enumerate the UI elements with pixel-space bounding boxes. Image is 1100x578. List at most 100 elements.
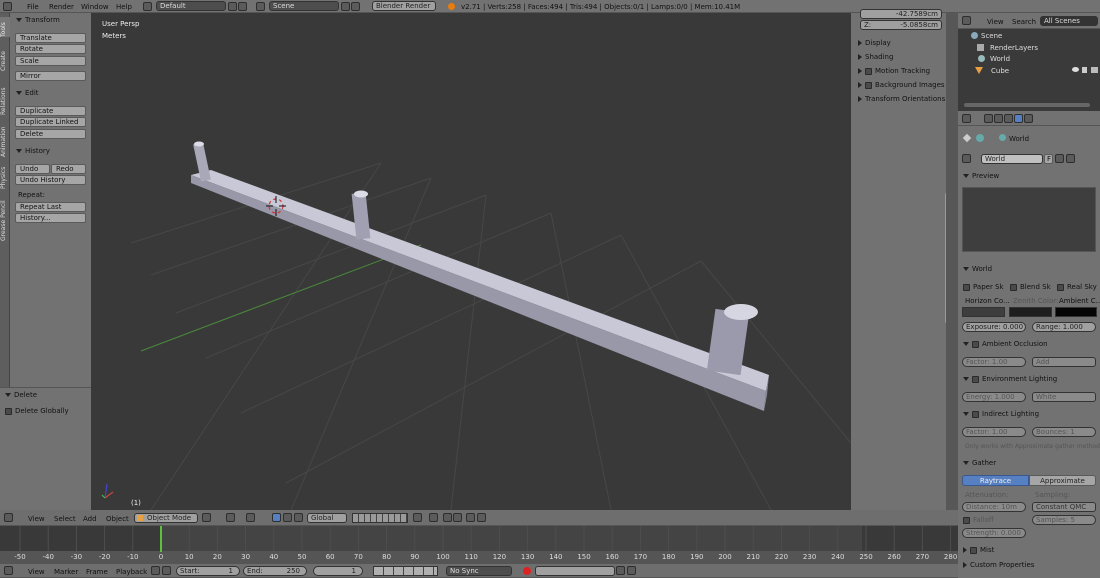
ambient-color-swatch[interactable] (1055, 307, 1097, 317)
indirect-panel-header[interactable]: Indirect Lighting (963, 410, 1039, 418)
proportional-edit-icon[interactable] (429, 513, 438, 522)
fake-user-button[interactable]: F (1044, 154, 1053, 164)
undo-button[interactable]: Undo (15, 164, 50, 174)
tab-physics[interactable]: Physics (0, 159, 10, 189)
pin-icon[interactable] (962, 133, 972, 143)
menu-render[interactable]: Render (49, 3, 74, 11)
current-frame-field[interactable]: 1 (313, 566, 363, 576)
outliner-item-world[interactable]: World (974, 55, 1010, 63)
layout-field[interactable]: Default (156, 1, 226, 11)
blend-sky-checkbox[interactable]: Blend Sk (1010, 283, 1051, 291)
env-color-select[interactable]: White (1032, 392, 1096, 402)
end-frame-field[interactable]: End: 250 (243, 566, 307, 576)
world-panel-header[interactable]: World (963, 265, 992, 273)
menu-window[interactable]: Window (81, 3, 109, 11)
delete-globally-checkbox[interactable]: Delete Globally (5, 407, 69, 415)
preview-panel-header[interactable]: Preview (963, 172, 999, 180)
history-panel-header[interactable]: History (16, 147, 50, 155)
zenith-color-swatch[interactable] (1009, 307, 1052, 317)
start-frame-field[interactable]: Start: 1 (176, 566, 240, 576)
sampling-method-select[interactable]: Constant QMC (1032, 502, 1096, 512)
outliner-item-renderlayers[interactable]: RenderLayers (974, 44, 1038, 52)
transform-orientation-select[interactable]: Global (307, 513, 347, 523)
range-field[interactable]: Range: 1.000 (1032, 322, 1096, 332)
paper-sky-checkbox[interactable]: Paper Sk (963, 283, 1004, 291)
exposure-field[interactable]: Exposure: 0.000 (962, 322, 1026, 332)
3d-viewport[interactable]: User Persp Meters (1) (91, 13, 851, 510)
rotate-button[interactable]: Rotate (15, 44, 86, 54)
selectable-arrow-icon[interactable] (1082, 67, 1087, 73)
background-images-section[interactable]: Background Images (858, 81, 945, 89)
timeline-menu-marker[interactable]: Marker (54, 568, 78, 576)
properties-editor-icon[interactable] (962, 114, 971, 123)
distance-field[interactable]: Distance: 10m (962, 502, 1026, 512)
keying-set-field[interactable] (535, 566, 615, 576)
manipulator-toggle-icon[interactable] (246, 513, 255, 522)
indirect-bounces-field[interactable]: Bounces: 1 (1032, 427, 1096, 437)
ao-factor-field[interactable]: Factor: 1.00 (962, 357, 1026, 367)
viewport-shading-icon[interactable] (202, 513, 211, 522)
current-frame-indicator[interactable] (160, 526, 162, 552)
horizon-color-swatch[interactable] (962, 307, 1005, 317)
keyframe-insert-icon[interactable] (616, 566, 625, 575)
object-context-icon[interactable] (1024, 114, 1033, 123)
history-button[interactable]: History... (15, 213, 86, 223)
motion-tracking-section[interactable]: Motion Tracking (858, 67, 930, 75)
timeline-menu-view[interactable]: View (28, 568, 45, 576)
unlink-world-icon[interactable] (1066, 154, 1075, 163)
record-icon[interactable] (523, 567, 531, 575)
outliner-scrollbar[interactable] (964, 103, 1090, 107)
location-y-field[interactable]: -42.7589cm (860, 9, 942, 19)
scene-context-icon[interactable] (1004, 114, 1013, 123)
pivot-point-icon[interactable] (226, 513, 235, 522)
indirect-factor-field[interactable]: Factor: 1.00 (962, 427, 1026, 437)
real-sky-checkbox[interactable]: Real Sky (1057, 283, 1097, 291)
undo-history-button[interactable]: Undo History (15, 175, 86, 185)
tab-tools[interactable]: Tools (0, 17, 10, 37)
lock-layers-icon[interactable] (413, 513, 422, 522)
scene-icon[interactable] (256, 2, 265, 11)
remove-scene-icon[interactable] (351, 2, 360, 11)
render-context-icon[interactable] (984, 114, 993, 123)
outliner-editor-icon[interactable] (962, 16, 971, 25)
timeline-menu-frame[interactable]: Frame (86, 568, 108, 576)
scene-field[interactable]: Scene (269, 1, 339, 11)
menu-object[interactable]: Object (106, 515, 129, 523)
timeline[interactable]: -50 -40 -30 -20 -10 0 10 20 30 40 50 60 70 80 90 100 110… (0, 526, 958, 564)
scale-manipulator-icon[interactable] (294, 513, 303, 522)
add-scene-icon[interactable] (341, 2, 350, 11)
viewport-editor-icon[interactable] (4, 513, 13, 522)
menu-help[interactable]: Help (116, 3, 132, 11)
raytrace-button[interactable]: Raytrace (962, 475, 1029, 486)
tab-create[interactable]: Create (0, 41, 10, 71)
timeline-menu-playback[interactable]: Playback (116, 568, 147, 576)
gather-panel-header[interactable]: Gather (963, 459, 996, 467)
ao-blend-select[interactable]: Add (1032, 357, 1096, 367)
samples-field[interactable]: Samples: 5 (1032, 515, 1096, 525)
renderable-camera-icon[interactable] (1091, 67, 1098, 73)
add-world-icon[interactable] (1055, 154, 1064, 163)
snap-toggle-icon[interactable] (443, 513, 452, 522)
render-layers-context-icon[interactable] (994, 114, 1003, 123)
strength-field[interactable]: Strength: 0.000 (962, 528, 1026, 538)
rotate-manipulator-icon[interactable] (283, 513, 292, 522)
layer-buttons[interactable] (352, 513, 408, 523)
repeat-last-button[interactable]: Repeat Last (15, 202, 86, 212)
outliner-item-scene[interactable]: Scene (961, 32, 1099, 40)
tab-relations[interactable]: Relations (0, 75, 10, 115)
duplicate-button[interactable]: Duplicate (15, 106, 86, 116)
snap-element-icon[interactable] (453, 513, 462, 522)
translate-manipulator-icon[interactable] (272, 513, 281, 522)
transform-orientations-section[interactable]: Transform Orientations (858, 95, 945, 103)
transform-panel-header[interactable]: Transform (16, 16, 60, 24)
playback-controls[interactable] (373, 566, 438, 576)
tab-animation[interactable]: Animation (0, 119, 10, 157)
preview-range-icon[interactable] (151, 566, 160, 575)
editor-type-icon[interactable] (3, 2, 12, 11)
render-opengl-icon[interactable] (466, 513, 475, 522)
approximate-button[interactable]: Approximate (1029, 475, 1096, 486)
outliner-filter-select[interactable]: All Scenes (1040, 16, 1098, 26)
location-z-field[interactable]: Z: -5.0858cm (860, 20, 942, 30)
menu-view[interactable]: View (28, 515, 45, 523)
sync-mode-select[interactable]: No Sync (446, 566, 512, 576)
